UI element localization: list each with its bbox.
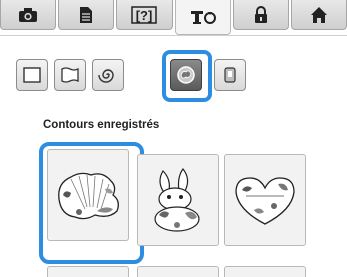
- frame-icon: [224, 67, 236, 83]
- saved-outline-row2-3[interactable]: [224, 266, 306, 277]
- rabbit-outline-icon: [154, 168, 200, 232]
- tab-document[interactable]: [58, 0, 115, 30]
- spiral-icon: [98, 69, 114, 83]
- wavy-frame-icon: [61, 67, 79, 83]
- wavy-frame-button[interactable]: [54, 59, 86, 91]
- frame-button[interactable]: [214, 59, 246, 91]
- tab-sewing-machine[interactable]: [174, 0, 231, 35]
- outline-shape-toolbar: [14, 50, 254, 117]
- saved-outline-shell[interactable]: [47, 149, 129, 241]
- selected-tool-highlight: [162, 50, 212, 102]
- tab-unknown-label: [?]: [136, 8, 153, 23]
- tab-camera[interactable]: [0, 0, 57, 30]
- spiral-button[interactable]: [92, 59, 124, 91]
- tab-home[interactable]: [290, 0, 347, 30]
- unknown-pattern-icon: [?]: [131, 5, 158, 24]
- saved-outline-row2-2[interactable]: [137, 266, 219, 277]
- lock-icon: [254, 5, 267, 23]
- camera-icon: [19, 7, 38, 22]
- document-icon: [80, 6, 93, 23]
- home-icon: [310, 6, 327, 23]
- sewing-machine-icon: [190, 11, 216, 24]
- saved-outline-rabbit[interactable]: [137, 154, 219, 246]
- saved-outline-heart[interactable]: [224, 154, 306, 246]
- section-title: Contours enregistrés: [43, 119, 160, 131]
- shell-outline-icon: [58, 172, 119, 220]
- tab-unknown-pattern[interactable]: [?]: [116, 0, 173, 30]
- tab-lock[interactable]: [232, 0, 289, 30]
- top-tab-bar: [?]: [0, 0, 347, 35]
- heart-outline-icon: [235, 177, 295, 225]
- square-outline-icon: [23, 67, 41, 83]
- square-outline-button[interactable]: [16, 59, 48, 91]
- saved-outline-row2-1[interactable]: [47, 266, 129, 277]
- outline-panel: Contours enregistrés: [0, 35, 347, 277]
